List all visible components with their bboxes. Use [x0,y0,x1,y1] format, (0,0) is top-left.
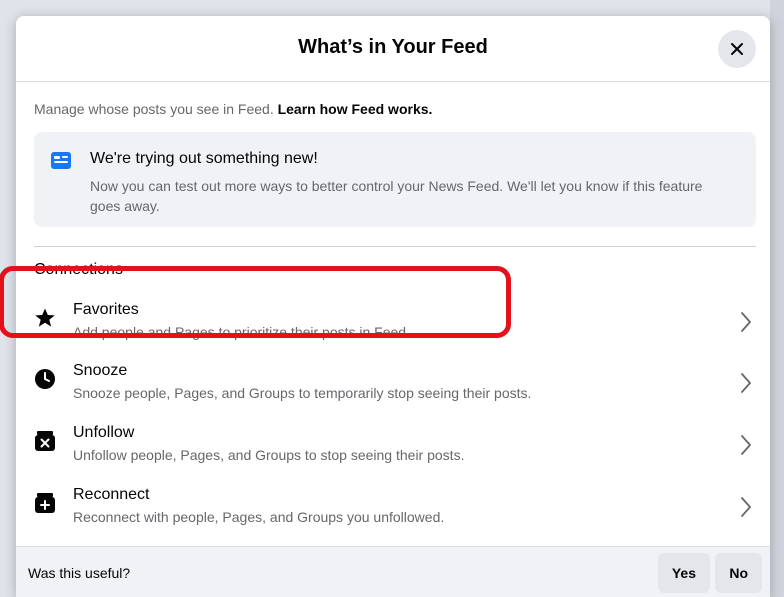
no-button[interactable]: No [715,553,762,593]
feedback-question: Was this useful? [28,565,131,581]
unfollow-title: Unfollow [73,424,135,441]
clock-icon [35,369,55,389]
close-button[interactable] [718,30,756,68]
reconnect-icon [35,493,55,513]
snooze-title: Snooze [73,362,128,379]
unfollow-subtitle: Unfollow people, Pages, and Groups to st… [73,447,465,463]
reconnect-title: Reconnect [73,486,150,503]
dialog-title: What’s in Your Feed [298,36,488,58]
unfollow-row[interactable]: Unfollow Unfollow people, Pages, and Gro… [16,414,770,474]
connections-heading: Connections [34,261,123,278]
notice-title: We're trying out something new! [90,150,318,167]
yes-button[interactable]: Yes [657,553,710,593]
chevron-right-icon [741,435,751,455]
intro-description: Manage whose posts you see in Feed. [34,101,278,117]
chevron-right-icon [741,497,751,517]
unfollow-icon [35,431,55,451]
favorites-row[interactable]: Favorites Add people and Pages to priori… [16,291,770,351]
chevron-right-icon [741,373,751,393]
notice-banner: We're trying out something new! Now you … [34,132,756,227]
feed-dialog: What’s in Your Feed Manage whose posts y… [16,16,770,597]
snooze-subtitle: Snooze people, Pages, and Groups to temp… [73,385,532,401]
intro-text: Manage whose posts you see in Feed. Lear… [34,101,432,117]
chevron-right-icon [741,312,751,332]
favorites-title: Favorites [73,301,139,318]
reconnect-row[interactable]: Reconnect Reconnect with people, Pages, … [16,476,770,536]
reconnect-subtitle: Reconnect with people, Pages, and Groups… [73,509,445,525]
section-divider [34,246,756,247]
close-icon [731,43,743,55]
learn-feed-link[interactable]: Learn how Feed works. [278,101,433,117]
feedback-bar: Was this useful? Yes No [16,546,770,597]
backdrop-edge [770,0,784,597]
dialog-header: What’s in Your Feed [16,16,770,82]
star-icon [35,308,55,327]
notice-text: Now you can test out more ways to better… [90,178,703,214]
favorites-subtitle: Add people and Pages to prioritize their… [73,324,410,340]
card-icon [51,152,71,169]
snooze-row[interactable]: Snooze Snooze people, Pages, and Groups … [16,352,770,412]
